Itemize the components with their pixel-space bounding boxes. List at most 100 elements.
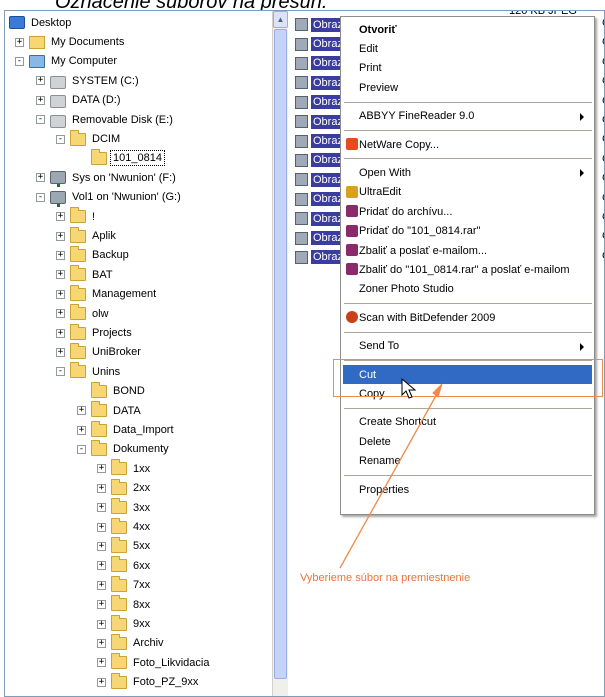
tree-item-label: My Documents (51, 36, 125, 49)
tree-item[interactable]: +3xx (97, 498, 152, 517)
expand-icon[interactable]: + (97, 580, 106, 590)
collapse-icon[interactable]: - (56, 134, 65, 144)
tree-item-label: Dokumenty (113, 443, 169, 456)
menu-netware-copy[interactable]: NetWare Copy... (343, 135, 592, 154)
tree-item[interactable]: +6xx (97, 556, 152, 575)
tree-item[interactable]: BOND (77, 381, 147, 401)
scroll-thumb[interactable] (274, 29, 287, 679)
menu-item-label: Rename (359, 455, 401, 468)
tree-item[interactable]: + My Documents (15, 32, 126, 51)
expand-icon[interactable]: + (97, 561, 106, 571)
expand-icon[interactable]: + (56, 231, 65, 241)
tree-item[interactable]: + Data_Import (77, 420, 176, 439)
expand-icon[interactable]: + (36, 76, 45, 86)
tree-item[interactable]: +4xx (97, 517, 152, 536)
menu-abbyy[interactable]: ABBYY FineReader 9.0 (343, 107, 592, 126)
collapse-icon[interactable]: - (56, 367, 65, 377)
expand-icon[interactable]: + (15, 37, 24, 47)
my-computer-icon (29, 54, 45, 68)
tree-item[interactable]: +7xx (97, 575, 152, 595)
tree-item[interactable]: + Aplik (56, 226, 118, 245)
collapse-icon[interactable]: - (36, 192, 45, 202)
tree-item[interactable]: Desktop (9, 13, 73, 32)
menu-open-with[interactable]: Open With (343, 163, 592, 182)
expand-icon[interactable]: + (97, 464, 106, 474)
menu-send-to[interactable]: Send To (343, 337, 592, 356)
folder-icon (111, 517, 127, 534)
tree-item[interactable]: +8xx (97, 595, 152, 614)
menu-preview[interactable]: Preview (343, 78, 592, 97)
expand-icon[interactable]: + (97, 503, 106, 513)
tree-item[interactable]: + Archiv (97, 633, 166, 653)
tree-item[interactable]: +! (56, 207, 97, 226)
menu-properties[interactable]: Properties (343, 480, 592, 499)
expand-icon[interactable]: + (56, 212, 65, 222)
tree-item[interactable]: + BAT (56, 265, 115, 284)
tree-item[interactable]: +9xx (97, 614, 152, 633)
expand-icon[interactable]: + (97, 677, 106, 687)
expand-icon[interactable]: + (56, 270, 65, 280)
menu-delete[interactable]: Delete (343, 432, 592, 451)
tree-item[interactable]: + Foto_Likvidacia (97, 653, 211, 672)
tree-item[interactable]: - DCIM (56, 129, 122, 148)
menu-copy[interactable]: Copy (343, 384, 592, 403)
collapse-icon[interactable]: - (77, 444, 86, 454)
expand-icon[interactable]: + (56, 347, 65, 357)
tree-scrollbar[interactable]: ▲ (272, 11, 288, 696)
expand-icon[interactable]: + (36, 173, 45, 183)
scroll-up-icon[interactable]: ▲ (273, 11, 288, 28)
expand-icon[interactable]: + (97, 600, 106, 610)
menu-bitdefender[interactable]: Scan with BitDefender 2009 (343, 308, 592, 327)
tree-item-label: ! (92, 210, 96, 223)
expand-icon[interactable]: + (97, 522, 106, 532)
tree-item[interactable]: - Removable Disk (E:) (36, 110, 175, 129)
menu-cut[interactable]: Cut (343, 365, 592, 384)
tree-item[interactable]: +5xx (97, 536, 152, 556)
tree-item[interactable]: 101_0814 (77, 148, 165, 168)
tree-item[interactable]: + Projects (56, 323, 134, 342)
tree-item[interactable]: - Dokumenty (77, 439, 171, 459)
menu-open[interactable]: Otvoriť (343, 20, 592, 39)
tree-item[interactable]: + SYSTEM (C:) (36, 71, 141, 90)
expand-icon[interactable]: + (97, 483, 106, 493)
tree-item[interactable]: + UniBroker (56, 342, 143, 362)
tree-item[interactable]: - Vol1 on 'Nwunion' (G:) (36, 188, 183, 207)
expand-icon[interactable]: + (97, 619, 106, 629)
tree-item[interactable]: + Sys on 'Nwunion' (F:) (36, 168, 178, 188)
menu-edit[interactable]: Edit (343, 39, 592, 58)
tree-item[interactable]: + DATA (D:) (36, 91, 122, 110)
menu-ultraedit[interactable]: UltraEdit (343, 183, 592, 202)
expand-icon[interactable]: + (56, 328, 65, 338)
expand-icon[interactable]: + (56, 309, 65, 319)
menu-item-label: Create Shortcut (359, 416, 437, 429)
tree-item[interactable]: + Management (56, 284, 158, 304)
tree-item[interactable]: + Backup (56, 245, 131, 265)
expand-icon[interactable]: + (97, 658, 106, 668)
expand-icon[interactable]: + (56, 289, 65, 299)
expand-icon[interactable]: + (77, 425, 86, 435)
collapse-icon[interactable]: - (15, 56, 24, 66)
menu-rename[interactable]: Rename (343, 452, 592, 471)
tree-item[interactable]: +2xx (97, 478, 152, 498)
menu-print[interactable]: Print (343, 59, 592, 78)
tree-item[interactable]: + olw (56, 304, 111, 323)
menu-create-shortcut[interactable]: Create Shortcut (343, 413, 592, 432)
tree-item[interactable]: - My Computer (15, 52, 119, 71)
tree-item[interactable]: + DATA (77, 401, 143, 420)
menu-compress-email[interactable]: Zbaliť a poslať e-mailom... (343, 241, 592, 260)
tree-item-label: DATA (113, 404, 141, 417)
menu-compress-rar-email[interactable]: Zbaliť do "101_0814.rar" a poslať e-mail… (343, 260, 592, 279)
tree-item[interactable]: + Foto_PZ_9xx (97, 672, 200, 692)
tree-item[interactable]: - Unins (56, 362, 122, 381)
menu-zoner[interactable]: Zoner Photo Studio (343, 280, 592, 299)
expand-icon[interactable]: + (77, 406, 86, 416)
expand-icon[interactable]: + (36, 95, 45, 105)
collapse-icon[interactable]: - (36, 115, 45, 125)
menu-separator (344, 407, 592, 409)
expand-icon[interactable]: + (97, 541, 106, 551)
menu-add-archive[interactable]: Pridať do archívu... (343, 202, 592, 221)
menu-add-rar[interactable]: Pridať do "101_0814.rar" (343, 222, 592, 241)
expand-icon[interactable]: + (56, 250, 65, 260)
expand-icon[interactable]: + (97, 638, 106, 648)
tree-item[interactable]: +1xx (97, 459, 152, 478)
